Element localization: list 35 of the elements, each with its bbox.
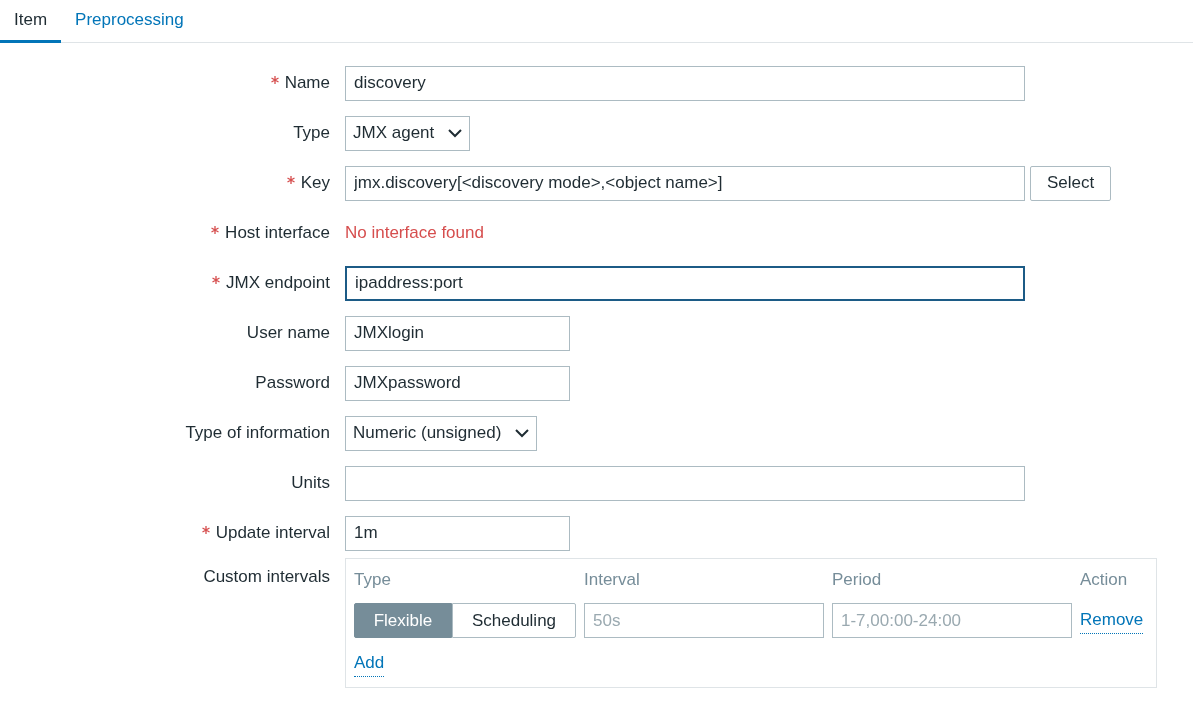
field-label: Update interval	[215, 522, 330, 545]
error-message: No interface found	[345, 222, 484, 245]
field-label: JMX endpoint	[226, 272, 330, 295]
field-label: Password	[255, 372, 330, 395]
text-field[interactable]: 50s	[584, 603, 824, 638]
column-header: Type	[354, 569, 392, 591]
field-label: Type	[293, 122, 330, 145]
chevron-down-icon	[448, 128, 463, 138]
field-label: Host interface	[225, 222, 330, 245]
chevron-down-icon	[515, 428, 530, 438]
field-label: Custom intervals	[203, 566, 330, 588]
select-button[interactable]: Select	[1030, 165, 1112, 201]
field-label: Type of information	[185, 422, 330, 445]
column-header: Period	[832, 569, 883, 591]
text-field[interactable]: jmx.discovery[<discovery mode>,<object name>]	[345, 165, 1025, 201]
dropdown[interactable]: JMX agent	[345, 115, 471, 151]
column-header: Interval	[584, 569, 641, 591]
text-field[interactable]: 1-7,00:00-24:00	[832, 603, 1072, 638]
text-field[interactable]: ipaddress:port	[345, 265, 1025, 301]
text-field[interactable]: JMXlogin	[345, 315, 570, 351]
add-link[interactable]: Add	[354, 650, 385, 677]
text-field[interactable]: discovery	[345, 65, 1025, 101]
text-field[interactable]	[345, 465, 1025, 501]
tab[interactable]: Preprocessing	[61, 0, 198, 43]
text-field[interactable]: JMXpassword	[345, 365, 570, 401]
field-label: Key	[300, 172, 330, 195]
field-label: Name	[284, 72, 330, 95]
field-label: Units	[291, 472, 330, 495]
tab[interactable]: Item	[0, 0, 62, 43]
dropdown[interactable]: Numeric (unsigned)	[345, 415, 538, 451]
text-field[interactable]: 1m	[345, 515, 570, 551]
mode-toggle[interactable]: Scheduling	[452, 603, 576, 638]
column-header: Action	[1080, 569, 1129, 591]
field-label: User name	[246, 322, 330, 345]
remove-link[interactable]: Remove	[1080, 607, 1144, 634]
